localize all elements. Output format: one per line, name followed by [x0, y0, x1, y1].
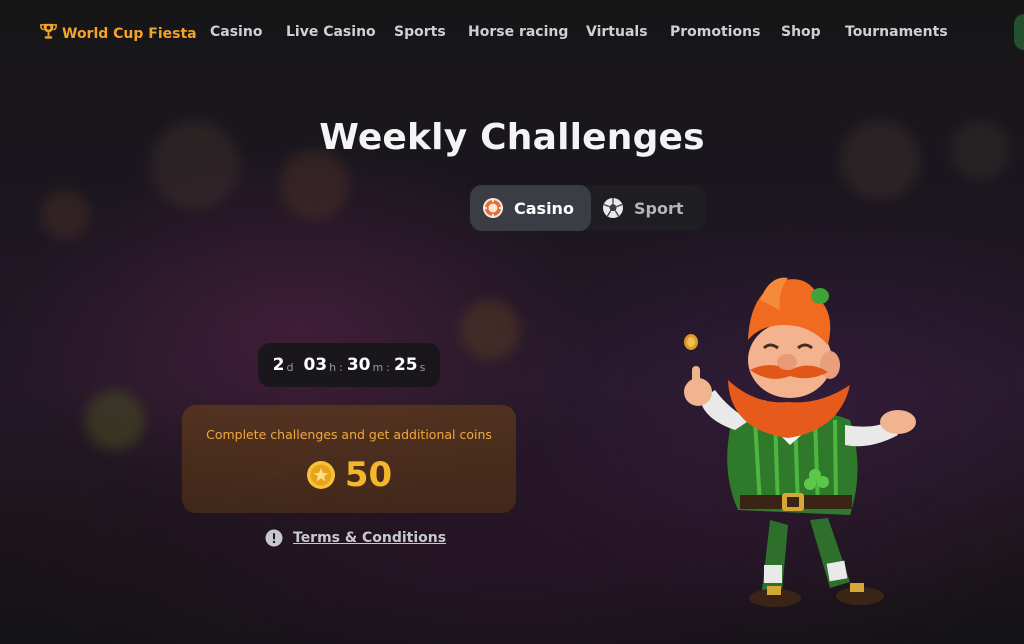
category-tabs: Casino Sport [470, 185, 706, 231]
timer-seconds-unit: s [419, 360, 426, 374]
page-title: Weekly Challenges [319, 117, 705, 158]
soccer-ball-icon [602, 197, 624, 219]
nav-item-tournaments[interactable]: Tournaments [845, 24, 948, 40]
nav-item-sports[interactable]: Sports [394, 24, 446, 40]
brand-link[interactable]: World Cup Fiesta [39, 22, 197, 45]
timer-days: 2 [272, 355, 285, 375]
tab-casino[interactable]: Casino [470, 185, 591, 231]
nav-item-casino[interactable]: Casino [210, 24, 262, 40]
nav-item-horse-racing[interactable]: Horse racing [468, 24, 568, 40]
timer-hours: 03 [303, 355, 328, 375]
timer-minutes: 30 [346, 355, 371, 375]
reward-description: Complete challenges and get additional c… [206, 427, 492, 442]
casino-chip-icon [482, 197, 504, 219]
background-light [85, 390, 145, 450]
star-coin-icon [306, 460, 336, 490]
terms-conditions-link[interactable]: Terms & Conditions [293, 530, 446, 546]
reward-amount: 50 [182, 455, 516, 495]
background-light [280, 150, 350, 220]
timer-seconds: 25 [393, 355, 418, 375]
nav-item-shop[interactable]: Shop [781, 24, 821, 40]
background-light [460, 300, 520, 360]
countdown-timer: 2 d 03 h : 30 m : 25 s [258, 343, 440, 387]
reward-value: 50 [344, 455, 393, 495]
trophy-icon [39, 22, 58, 45]
tab-casino-label: Casino [514, 198, 574, 218]
info-icon [265, 529, 283, 547]
nav-action-button[interactable] [1014, 14, 1024, 50]
tab-sport-label: Sport [634, 198, 684, 218]
timer-days-unit: d [286, 360, 294, 374]
timer-minutes-unit: m [372, 360, 384, 374]
nav-item-virtuals[interactable]: Virtuals [586, 24, 648, 40]
brand-label: World Cup Fiesta [62, 25, 197, 42]
reward-card: Complete challenges and get additional c… [182, 405, 516, 513]
nav-item-live-casino[interactable]: Live Casino [286, 24, 376, 40]
nav-item-promotions[interactable]: Promotions [670, 24, 760, 40]
leprechaun-mascot-illustration [660, 270, 930, 620]
tab-sport[interactable]: Sport [591, 185, 706, 231]
background-light [40, 190, 90, 240]
timer-separator: : [339, 360, 343, 374]
top-navigation: World Cup Fiesta Casino Live Casino Spor… [0, 0, 1024, 64]
timer-hours-unit: h [329, 360, 337, 374]
timer-separator: : [386, 360, 390, 374]
terms-row: Terms & Conditions [265, 529, 446, 547]
